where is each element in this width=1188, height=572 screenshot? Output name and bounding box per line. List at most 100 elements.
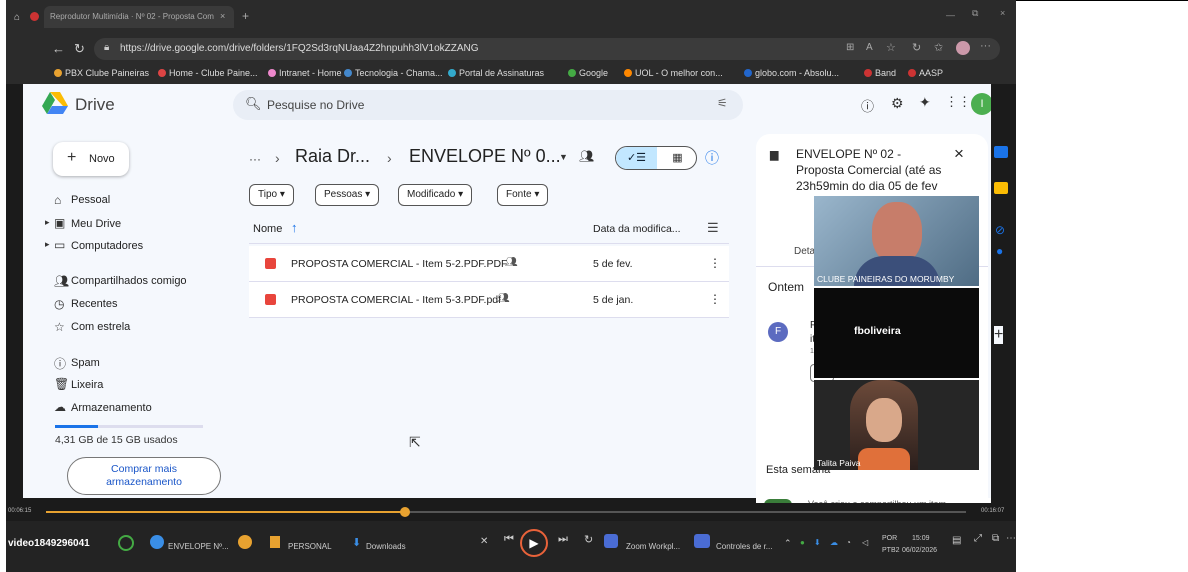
back-icon[interactable]: ← <box>52 41 65 56</box>
more-icon[interactable]: ⋯ <box>1006 533 1016 544</box>
filter-type[interactable]: Tipo ▾ <box>249 184 294 206</box>
gemini-icon[interactable]: ✦ <box>919 94 931 111</box>
close-tab-icon[interactable]: × <box>220 11 225 21</box>
sidebar-item-computadores[interactable]: Computadores <box>71 240 143 252</box>
bookmark-item[interactable]: UOL - O melhor con... <box>624 68 723 78</box>
close-window-icon[interactable]: × <box>1000 8 1005 18</box>
restore-icon[interactable]: ⧉ <box>972 8 978 19</box>
bookmark-item[interactable]: Google <box>568 68 608 78</box>
bookmark-item[interactable]: AASP <box>908 68 943 78</box>
list-view-icon[interactable]: ✓☰ <box>616 147 657 169</box>
sort-arrow-icon[interactable]: ↑ <box>291 220 298 235</box>
keep-icon[interactable] <box>994 182 1008 194</box>
sidebar-item-pessoal[interactable]: Pessoal <box>71 194 110 206</box>
reload-icon[interactable]: ↻ <box>74 41 85 57</box>
close-icon[interactable]: × <box>954 144 964 164</box>
folder-icon[interactable] <box>270 536 280 548</box>
new-tab-icon[interactable]: + <box>242 9 249 23</box>
taskbar-item[interactable]: ENVELOPE Nº... <box>168 542 229 551</box>
new-button[interactable]: + Novo <box>53 142 129 176</box>
avatar[interactable]: I <box>971 93 991 115</box>
keyboard-layout[interactable]: PTB2 <box>882 547 900 554</box>
zoom-icon[interactable] <box>694 534 710 548</box>
pip-icon[interactable]: ⧉ <box>992 533 999 544</box>
sidebar-item-meu-drive[interactable]: Meu Drive <box>71 218 121 230</box>
whatsapp-icon[interactable] <box>118 535 134 551</box>
table-row[interactable]: PROPOSTA COMERCIAL - Item 5-2.PDF.PDF 👥︎… <box>249 246 729 282</box>
download-icon[interactable]: ⬇ <box>352 536 361 549</box>
add-addon-icon[interactable]: + <box>994 326 1004 344</box>
grid-view-icon[interactable]: ▦ <box>657 147 696 169</box>
profile-icon[interactable] <box>956 41 970 55</box>
tasks-icon[interactable]: ⊘ <box>995 223 1005 237</box>
shuffle-icon[interactable]: ✕ <box>480 536 488 547</box>
calendar-icon[interactable] <box>994 146 1008 158</box>
info-icon[interactable]: ⓘ <box>705 148 719 168</box>
language-indicator[interactable]: POR <box>882 535 897 542</box>
notifications-icon[interactable]: ▤ <box>952 535 961 546</box>
tray-chevron-icon[interactable]: ⌃ <box>784 538 792 549</box>
filter-modified[interactable]: Modificado ▾ <box>398 184 473 206</box>
sidebar-item-spam[interactable]: Spam <box>71 357 100 369</box>
refresh-page-icon[interactable]: ↻ <box>912 41 921 54</box>
tray-icon[interactable]: ⬇ <box>814 538 821 547</box>
video-tile[interactable]: Talita Paiva <box>814 380 979 470</box>
fullscreen-icon[interactable]: ⤢ <box>974 533 982 544</box>
seek-track[interactable] <box>46 507 966 517</box>
bookmark-item[interactable]: globo.com - Absolu... <box>744 68 839 78</box>
column-date[interactable]: Data da modifica... <box>593 223 681 235</box>
sort-options-icon[interactable]: ☰ <box>707 220 719 236</box>
filter-people[interactable]: Pessoas ▾ <box>315 184 380 206</box>
zoom-workplace-icon[interactable] <box>604 534 618 548</box>
expand-icon[interactable]: ▸ <box>45 239 50 250</box>
settings-icon[interactable]: ⚙ <box>891 95 904 112</box>
column-name[interactable]: Nome <box>253 223 282 235</box>
sidebar-item-lixeira[interactable]: Lixeira <box>71 379 103 391</box>
table-row[interactable]: PROPOSTA COMERCIAL - Item 5-3.PDF.pdf 👥︎… <box>249 282 729 318</box>
edge-icon[interactable] <box>150 535 164 549</box>
home-icon[interactable]: ⌂ <box>14 12 20 23</box>
next-icon[interactable]: ⏭ <box>558 533 568 546</box>
taskbar-item[interactable]: PERSONAL <box>288 542 332 551</box>
filter-source[interactable]: Fonte ▾ <box>497 184 549 206</box>
breadcrumb-parent[interactable]: Raia Dr... <box>295 146 370 167</box>
more-actions-icon[interactable]: ⋮ <box>709 292 721 306</box>
contacts-icon[interactable]: ● <box>996 244 1003 258</box>
bookmark-item[interactable]: Intranet - Home <box>268 68 342 78</box>
sidebar-item-armazenamento[interactable]: Armazenamento <box>71 402 152 414</box>
view-toggle[interactable]: ✓☰ ▦ <box>615 146 697 170</box>
chevron-down-icon[interactable]: ▼ <box>559 152 568 162</box>
taskbar-item[interactable]: Zoom Workpl... <box>626 542 680 551</box>
expand-icon[interactable]: ▸ <box>45 217 50 228</box>
search-input[interactable]: 🔍︎ Pesquise no Drive ⚟ <box>233 90 743 120</box>
breadcrumb-ellipsis[interactable]: ··· <box>249 152 261 166</box>
previous-icon[interactable]: ⏮ <box>504 533 514 546</box>
reader-icon[interactable]: ⊞ <box>846 42 854 53</box>
help-icon[interactable]: ⓘ <box>861 96 874 115</box>
clock-date[interactable]: 06/02/2026 <box>902 547 937 554</box>
minimize-icon[interactable]: — <box>946 10 955 20</box>
tray-icon[interactable]: ● <box>800 538 805 547</box>
bookmark-item[interactable]: Tecnologia - Chama... <box>344 68 443 78</box>
taskbar-item[interactable]: Controles de r... <box>716 542 772 551</box>
seek-handle[interactable] <box>399 507 410 517</box>
browser-tab[interactable]: Reprodutor Multimídia · Nº 02 - Proposta… <box>44 6 234 28</box>
url-field[interactable]: 🔒︎ https://drive.google.com/drive/folder… <box>94 38 1000 60</box>
play-button[interactable]: ▶ <box>520 529 548 557</box>
wifi-icon[interactable]: ◔ <box>846 538 851 547</box>
sidebar-item-com-estrela[interactable]: Com estrela <box>71 321 130 333</box>
chrome-icon[interactable] <box>238 535 252 549</box>
favorite-icon[interactable]: ☆ <box>886 41 896 54</box>
more-actions-icon[interactable]: ⋮ <box>709 256 721 270</box>
bookmark-item[interactable]: Home - Clube Paine... <box>158 68 258 78</box>
volume-icon[interactable]: ◁ <box>862 538 868 547</box>
filter-options-icon[interactable]: ⚟ <box>717 96 728 110</box>
sidebar-item-compartilhados[interactable]: Compartilhados comigo <box>71 275 187 287</box>
cloud-icon[interactable]: ☁ <box>830 538 838 547</box>
bookmark-item[interactable]: Portal de Assinaturas <box>448 68 544 78</box>
clock-time[interactable]: 15:09 <box>912 535 930 542</box>
bookmark-item[interactable]: Band <box>864 68 896 78</box>
buy-storage-button[interactable]: Comprar mais armazenamento <box>67 457 221 495</box>
read-aloud-icon[interactable]: A <box>866 42 873 53</box>
breadcrumb-current[interactable]: ENVELOPE Nº 0... <box>409 146 561 167</box>
